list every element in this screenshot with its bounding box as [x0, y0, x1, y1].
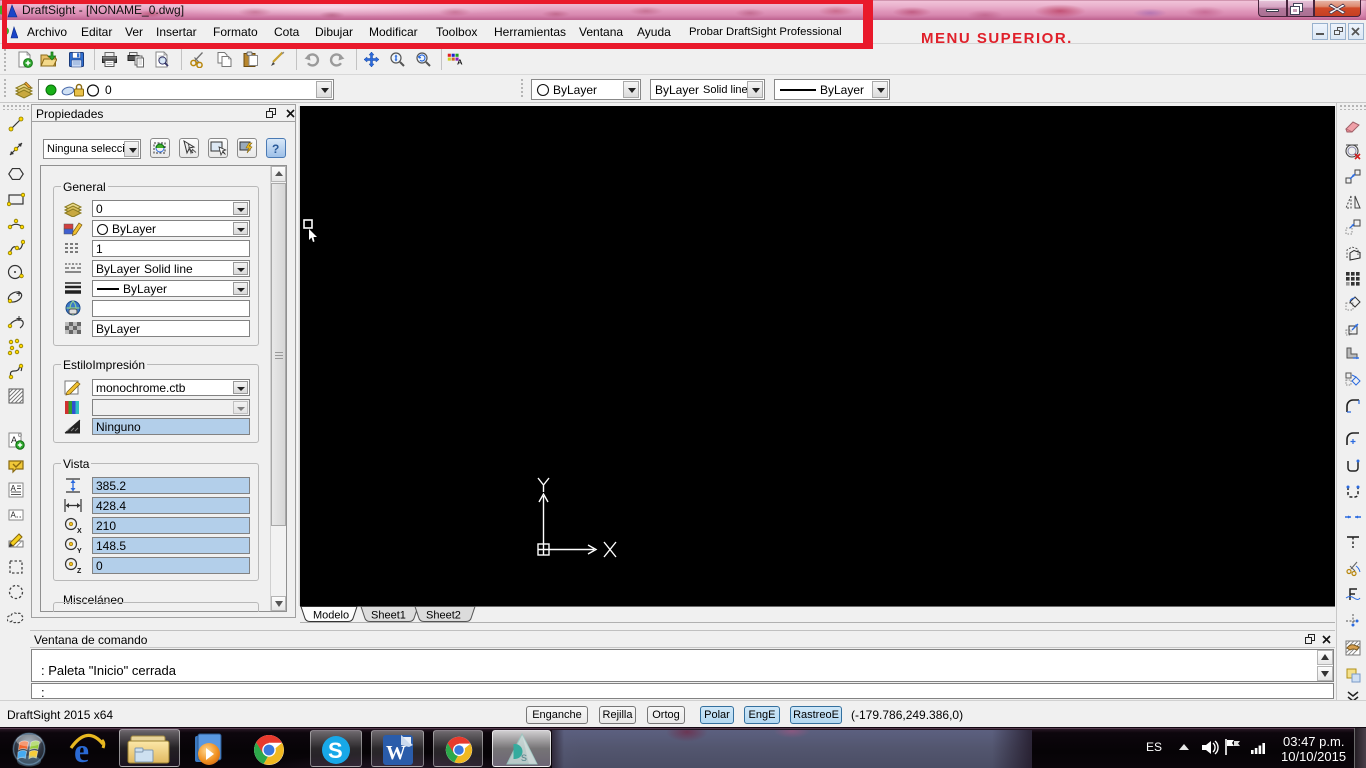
svg-text:A: A	[457, 58, 463, 67]
svg-text:s: s	[521, 750, 527, 764]
svg-text:Y: Y	[77, 548, 82, 554]
svg-text:Z: Z	[77, 568, 82, 574]
svg-text:W: W	[386, 742, 406, 764]
svg-text:Modelo: Modelo	[313, 610, 349, 622]
svg-text:Sheet1: Sheet1	[371, 610, 406, 622]
svg-text:X: X	[77, 528, 82, 534]
svg-text:S: S	[328, 738, 343, 763]
svg-text:Sheet2: Sheet2	[426, 610, 461, 622]
svg-text:A: A	[11, 511, 17, 520]
svg-text:?: ?	[272, 142, 279, 156]
